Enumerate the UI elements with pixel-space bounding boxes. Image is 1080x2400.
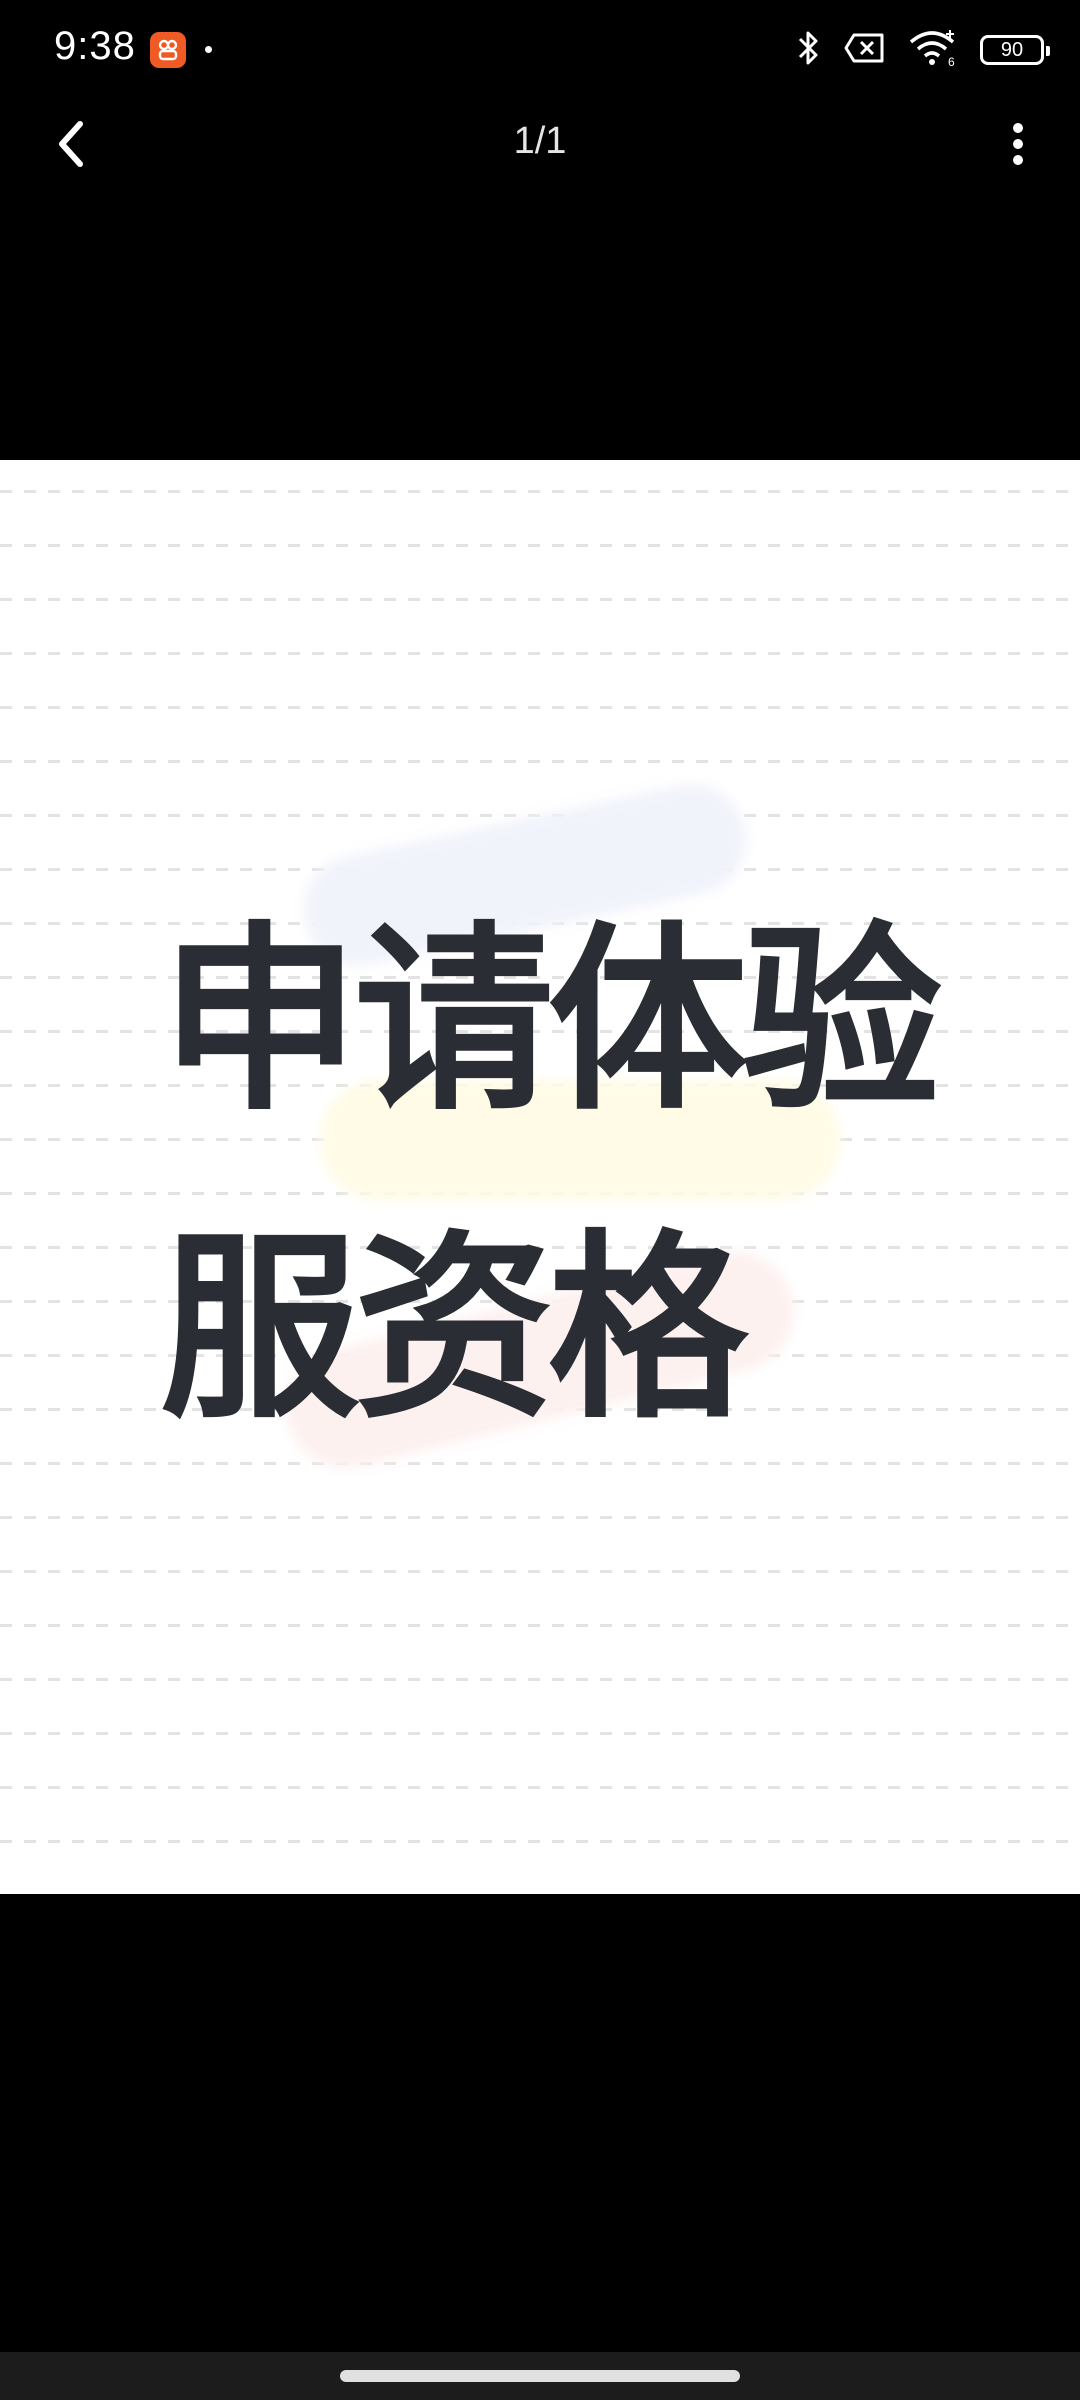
headline-line-1: 申请体验 — [160, 905, 942, 1138]
app-badge-icon — [150, 32, 186, 68]
top-nav: 1/1 — [0, 100, 1080, 190]
ruled-line — [0, 706, 1080, 709]
battery-icon: 90 — [980, 35, 1050, 65]
more-vertical-icon — [1010, 122, 1026, 170]
ruled-line — [0, 652, 1080, 655]
gesture-nav-bar — [0, 2352, 1080, 2400]
ruled-line — [0, 1786, 1080, 1789]
svg-text:6: 6 — [948, 55, 955, 68]
bluetooth-icon — [796, 28, 822, 72]
image-viewer[interactable]: 申请体验 服资格 — [0, 460, 1080, 1894]
ruled-line — [0, 490, 1080, 493]
ruled-line — [0, 598, 1080, 601]
battery-level: 90 — [1000, 39, 1024, 61]
sim-x-icon — [844, 32, 886, 68]
status-bar: 9:38 6 90 — [0, 0, 1080, 100]
ruled-line — [0, 1516, 1080, 1519]
ruled-line — [0, 1624, 1080, 1627]
more-button[interactable] — [986, 114, 1050, 178]
status-time: 9:38 — [54, 24, 136, 68]
screen: 9:38 6 90 1/1 申请体验 服资格 — [0, 0, 1080, 2400]
ruled-line — [0, 1732, 1080, 1735]
status-icons: 6 90 — [796, 28, 1050, 72]
ruled-line — [0, 760, 1080, 763]
home-indicator[interactable] — [340, 2370, 740, 2382]
ruled-line — [0, 1678, 1080, 1681]
ruled-line — [0, 1570, 1080, 1573]
ruled-line — [0, 1462, 1080, 1465]
wifi-6-icon: 6 — [908, 28, 958, 72]
page-counter: 1/1 — [513, 120, 567, 162]
ruled-line — [0, 1840, 1080, 1843]
ruled-line — [0, 544, 1080, 547]
notification-dot — [205, 46, 212, 53]
headline-line-2: 服资格 — [160, 1213, 748, 1446]
